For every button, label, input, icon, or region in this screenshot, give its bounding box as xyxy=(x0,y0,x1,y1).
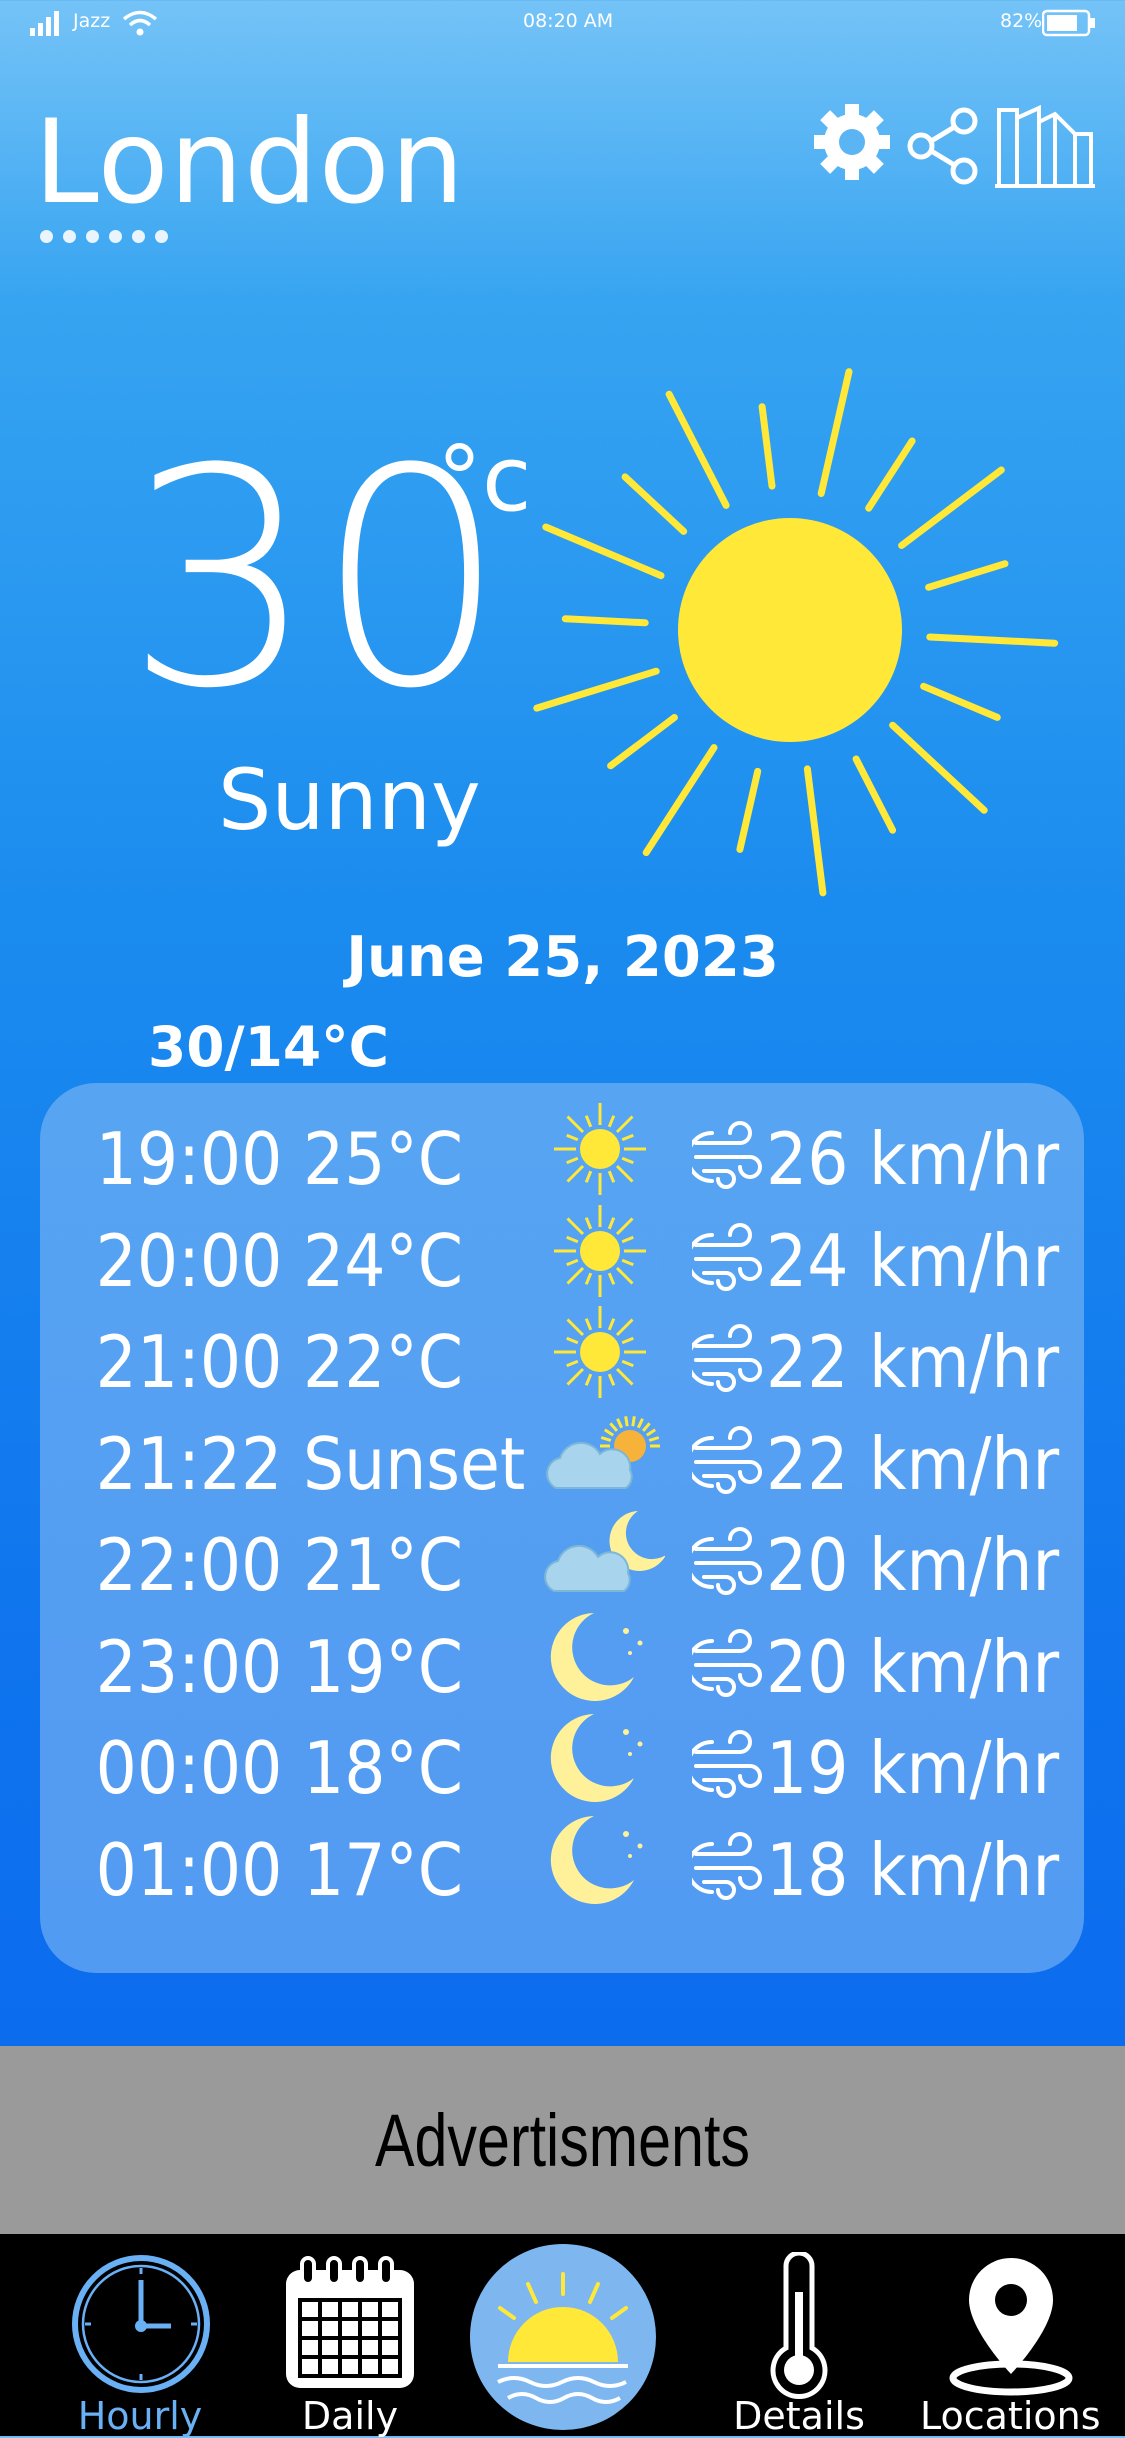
status-bar: Jazz 08:20 AM 82% xyxy=(0,0,1125,48)
city-name: London xyxy=(34,95,466,230)
wind-icon xyxy=(686,1527,764,1599)
settings-icon[interactable] xyxy=(810,100,894,184)
hour-temperature: 21°C xyxy=(303,1523,464,1607)
hourly-row[interactable]: 19:00 25°C 26 km/hr xyxy=(40,1099,1084,1201)
hour-temperature: 17°C xyxy=(303,1827,464,1912)
sun-icon xyxy=(535,1099,665,1199)
hourly-row[interactable]: 21:22 Sunset 22 km/hr xyxy=(40,1404,1084,1506)
sun-icon xyxy=(533,368,1059,897)
nav-locations-label: Locations xyxy=(920,2394,1101,2438)
city-icon[interactable] xyxy=(995,104,1095,188)
wind-icon xyxy=(686,1425,764,1498)
temperature-range: 30/14°C xyxy=(148,1015,390,1079)
nav-hourly[interactable]: Hourly xyxy=(55,2234,225,2438)
hour-temperature: 22°C xyxy=(303,1320,464,1404)
nav-daily[interactable]: Daily xyxy=(265,2234,435,2438)
sunset-icon xyxy=(535,1404,665,1504)
nav-home[interactable] xyxy=(468,2234,658,2436)
thermometer-icon xyxy=(770,2252,828,2399)
moon-icon xyxy=(535,1810,665,1910)
advertisement-banner[interactable]: Advertisments xyxy=(0,2046,1125,2234)
hour-time: 23:00 xyxy=(95,1624,283,1709)
hourly-row[interactable]: 23:00 19°C 20 km/hr xyxy=(40,1607,1084,1709)
carrier-name: Jazz xyxy=(73,10,111,32)
signal-icon xyxy=(30,11,59,36)
location-pin-icon xyxy=(949,2258,1073,2396)
battery-percent: 82% xyxy=(1000,10,1043,32)
hour-time: 20:00 xyxy=(95,1218,283,1303)
clock-icon xyxy=(72,2255,210,2393)
wifi-icon xyxy=(122,10,158,36)
hourly-row[interactable]: 00:00 18°C 19 km/hr xyxy=(40,1708,1084,1810)
nav-details[interactable]: Details xyxy=(714,2234,884,2438)
hourly-row[interactable]: 01:00 17°C 18 km/hr xyxy=(40,1810,1084,1912)
share-icon[interactable] xyxy=(906,106,982,186)
moon-icon xyxy=(535,1607,665,1707)
hourly-row[interactable]: 21:00 22°C 22 km/hr xyxy=(40,1302,1084,1404)
sun-icon xyxy=(535,1302,665,1402)
hourly-forecast-card[interactable]: 19:00 25°C 26 km/hr 20:00 24°C 24 km/hr … xyxy=(40,1083,1084,1973)
wind-icon xyxy=(686,1831,764,1904)
hour-temperature: 24°C xyxy=(303,1218,464,1303)
hour-wind-speed: 26 km/hr xyxy=(766,1117,1060,1201)
hour-temperature: 19°C xyxy=(303,1624,464,1709)
hour-temperature: 18°C xyxy=(303,1726,464,1810)
hour-wind-speed: 22 km/hr xyxy=(766,1320,1060,1404)
hour-wind-speed: 19 km/hr xyxy=(766,1726,1060,1810)
hourly-row[interactable]: 22:00 21°C 20 km/hr xyxy=(40,1505,1084,1607)
cloud-moon-icon xyxy=(535,1505,666,1605)
wind-icon xyxy=(686,1730,764,1802)
hour-temperature: Sunset xyxy=(303,1421,526,1506)
hour-wind-speed: 20 km/hr xyxy=(766,1523,1060,1607)
status-time: 08:20 AM xyxy=(523,10,614,32)
nav-details-label: Details xyxy=(733,2394,865,2438)
hour-wind-speed: 22 km/hr xyxy=(766,1421,1060,1506)
current-condition: Sunny xyxy=(218,751,481,849)
current-date: June 25, 2023 xyxy=(346,925,779,990)
nav-locations[interactable]: Locations xyxy=(920,2234,1101,2438)
wind-icon xyxy=(686,1324,764,1396)
wind-icon xyxy=(686,1628,764,1701)
bottom-navigation: Hourly Daily Details Locations xyxy=(0,2234,1125,2438)
hour-time: 22:00 xyxy=(95,1523,283,1607)
advertisement-label: Advertisments xyxy=(374,2099,751,2182)
moon-icon xyxy=(535,1708,665,1808)
hour-time: 00:00 xyxy=(95,1726,283,1810)
nav-hourly-label: Hourly xyxy=(77,2394,203,2438)
hour-wind-speed: 18 km/hr xyxy=(766,1827,1060,1912)
hour-time: 21:22 xyxy=(95,1421,283,1506)
wind-icon xyxy=(686,1222,764,1295)
hour-wind-speed: 24 km/hr xyxy=(766,1218,1060,1303)
wind-icon xyxy=(686,1121,764,1193)
hour-time: 21:00 xyxy=(95,1320,283,1404)
hourly-row[interactable]: 20:00 24°C 24 km/hr xyxy=(40,1201,1084,1303)
page-indicator[interactable] xyxy=(40,230,168,243)
battery-icon xyxy=(1042,9,1095,37)
calendar-icon xyxy=(286,2256,414,2388)
hour-wind-speed: 20 km/hr xyxy=(766,1624,1060,1709)
sunrise-icon xyxy=(470,2244,656,2430)
nav-daily-label: Daily xyxy=(301,2394,399,2438)
hour-time: 19:00 xyxy=(95,1117,283,1201)
hour-temperature: 25°C xyxy=(303,1117,464,1201)
sun-icon xyxy=(535,1201,665,1301)
hour-time: 01:00 xyxy=(95,1827,283,1912)
